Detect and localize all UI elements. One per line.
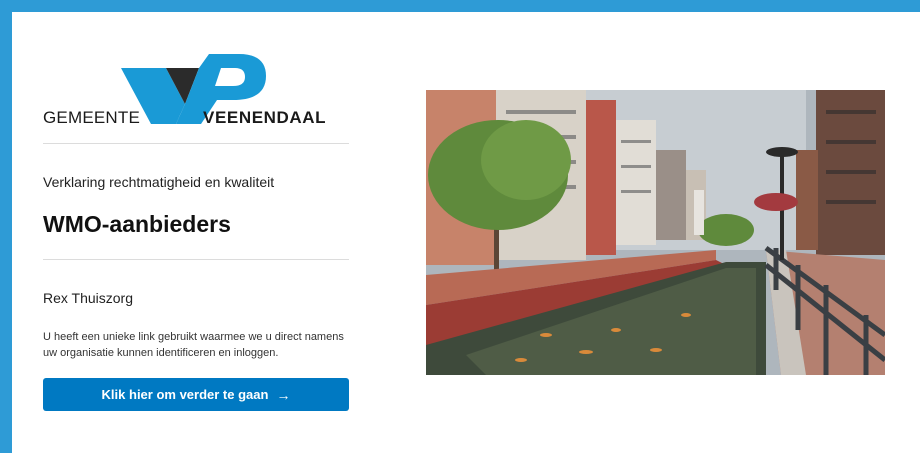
continue-button-label: Klik hier om verder te gaan [101,387,269,402]
organisation-name: Rex Thuiszorg [43,290,134,306]
divider [43,259,349,260]
municipality-logo: GEMEENTE VEENENDAAL [43,50,349,130]
page-title: WMO-aanbieders [43,211,231,237]
logo-word-veenendaal: VEENENDAAL [203,108,327,127]
canal-street-photo [426,90,885,375]
login-card: GEMEENTE VEENENDAAL Verklaring rechtmati… [12,12,920,453]
arrow-right-icon: → [276,386,291,403]
logo-word-gemeente: GEMEENTE [43,108,141,127]
login-info-text: U heeft een unieke link gebruikt waarmee… [43,331,344,359]
divider [43,143,349,144]
form-subtitle: Verklaring rechtmatigheid en kwaliteit [43,174,275,190]
continue-button[interactable]: Klik hier om verder te gaan → [43,378,349,411]
